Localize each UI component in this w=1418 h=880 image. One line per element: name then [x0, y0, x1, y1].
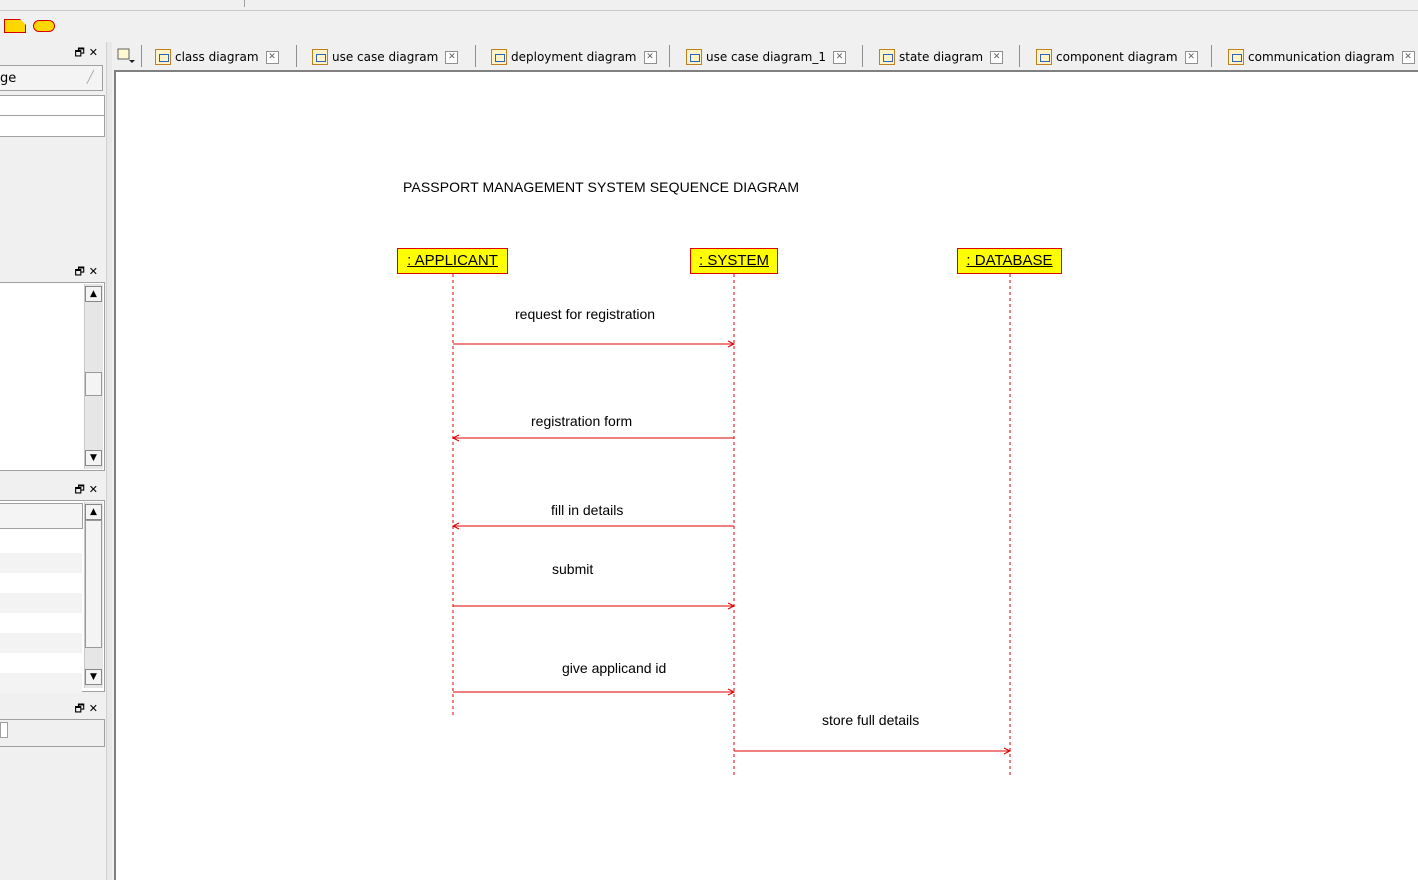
table-row[interactable] — [0, 633, 82, 653]
scroll-down-icon[interactable]: ▼ — [85, 669, 102, 685]
lifeline-applicant[interactable]: : APPLICANT — [397, 248, 508, 274]
message-label[interactable]: fill in details — [551, 502, 623, 518]
close-tab-icon[interactable]: ✕ — [990, 50, 1004, 64]
component-diagram-icon — [1036, 49, 1052, 65]
panel-2-scrollbar[interactable]: ▲ ▼ — [84, 284, 103, 469]
restore-icon[interactable]: 🗗 — [74, 483, 88, 496]
panel-1-row[interactable] — [0, 95, 105, 117]
tab-separator — [862, 45, 863, 67]
panel-4-field[interactable] — [0, 722, 8, 738]
tab-communication-diagram[interactable]: communication diagram ✕ — [1228, 44, 1415, 70]
close-tab-icon[interactable]: ✕ — [1184, 50, 1198, 64]
panel-2-titlebar: 🗗✕ — [0, 261, 106, 279]
restore-icon[interactable]: 🗗 — [74, 702, 88, 715]
panel-1-titlebar: 🗗✕ — [0, 42, 106, 60]
close-icon[interactable]: ✕ — [89, 265, 102, 278]
tab-label: deployment diagram — [511, 50, 637, 64]
scroll-up-icon[interactable]: ▲ — [85, 286, 102, 302]
table-row[interactable] — [0, 553, 82, 573]
tab-state-diagram[interactable]: state diagram ✕ — [879, 44, 1004, 70]
close-tab-icon[interactable]: ✕ — [265, 50, 279, 64]
restore-icon[interactable]: 🗗 — [74, 265, 88, 278]
top-toolbar — [0, 0, 1418, 11]
tab-separator — [1211, 45, 1212, 67]
tab-separator — [141, 45, 142, 67]
panel-3-column-header[interactable] — [0, 503, 83, 529]
panel-3-titlebar: 🗗✕ — [0, 479, 106, 497]
tab-deployment-diagram[interactable]: deployment diagram ✕ — [491, 44, 657, 70]
tab-label: use case diagram_1 — [706, 50, 826, 64]
close-tab-icon[interactable]: ✕ — [643, 50, 657, 64]
tab-separator — [669, 45, 670, 67]
message-label[interactable]: request for registration — [515, 306, 655, 322]
class-diagram-icon — [155, 49, 171, 65]
tab-label: class diagram — [175, 50, 259, 64]
diagram-title[interactable]: PASSPORT MANAGEMENT SYSTEM SEQUENCE DIAG… — [403, 179, 799, 195]
scroll-thumb[interactable] — [85, 520, 102, 648]
diagram-toolbar — [0, 11, 1418, 43]
tab-use-case-diagram[interactable]: use case diagram ✕ — [312, 44, 459, 70]
dock-splitter[interactable] — [106, 42, 112, 880]
message-label[interactable]: submit — [552, 561, 593, 577]
use-case-diagram-icon — [312, 49, 328, 65]
note-icon[interactable] — [4, 19, 26, 33]
tab-separator — [475, 45, 476, 67]
message-label[interactable]: registration form — [531, 413, 632, 429]
tab-list-menu-icon[interactable] — [116, 47, 136, 65]
close-icon[interactable]: ✕ — [89, 702, 102, 715]
lifeline-database[interactable]: : DATABASE — [957, 248, 1062, 274]
scroll-down-icon[interactable]: ▼ — [85, 450, 102, 466]
table-row[interactable] — [0, 673, 82, 693]
table-row[interactable] — [0, 593, 82, 613]
left-dock: 🗗✕ ge ╱ 🗗✕ ▲ ▼ 🗗✕ ▲ ▼ 🗗✕ — [0, 42, 106, 880]
tab-label: use case diagram — [332, 50, 439, 64]
message-label[interactable]: store full details — [822, 712, 919, 728]
sort-icon: ╱ — [86, 70, 94, 84]
panel-1-row[interactable] — [0, 115, 105, 137]
panel-3-scrollbar[interactable]: ▲ ▼ — [84, 502, 103, 688]
tab-use-case-diagram-1[interactable]: use case diagram_1 ✕ — [686, 44, 846, 70]
state-diagram-icon — [879, 49, 895, 65]
restore-icon[interactable]: 🗗 — [74, 46, 88, 59]
scroll-up-icon[interactable]: ▲ — [85, 504, 102, 520]
tab-component-diagram[interactable]: component diagram ✕ — [1036, 44, 1198, 70]
close-icon[interactable]: ✕ — [89, 483, 102, 496]
use-case-diagram-icon — [686, 49, 702, 65]
tab-separator — [1019, 45, 1020, 67]
column-header-label: ge — [0, 71, 17, 86]
panel-4-titlebar: 🗗✕ — [0, 698, 106, 716]
panel-4-content — [0, 719, 105, 747]
message-label[interactable]: give applicand id — [562, 660, 666, 676]
oval-icon[interactable] — [33, 20, 55, 32]
close-tab-icon[interactable]: ✕ — [1401, 50, 1415, 64]
scroll-thumb[interactable] — [85, 372, 102, 396]
tab-separator — [296, 45, 297, 67]
toolbar-separator — [244, 0, 245, 7]
close-icon[interactable]: ✕ — [89, 46, 102, 59]
deployment-diagram-icon — [491, 49, 507, 65]
tab-label: communication diagram — [1248, 50, 1395, 64]
lifeline-system[interactable]: : SYSTEM — [690, 248, 778, 274]
close-tab-icon[interactable]: ✕ — [445, 50, 459, 64]
close-tab-icon[interactable]: ✕ — [833, 50, 846, 64]
communication-diagram-icon — [1228, 49, 1244, 65]
panel-1-column-header[interactable]: ge ╱ — [0, 65, 103, 91]
tab-label: state diagram — [899, 50, 984, 64]
tab-class-diagram[interactable]: class diagram ✕ — [155, 44, 279, 70]
tab-label: component diagram — [1056, 50, 1178, 64]
